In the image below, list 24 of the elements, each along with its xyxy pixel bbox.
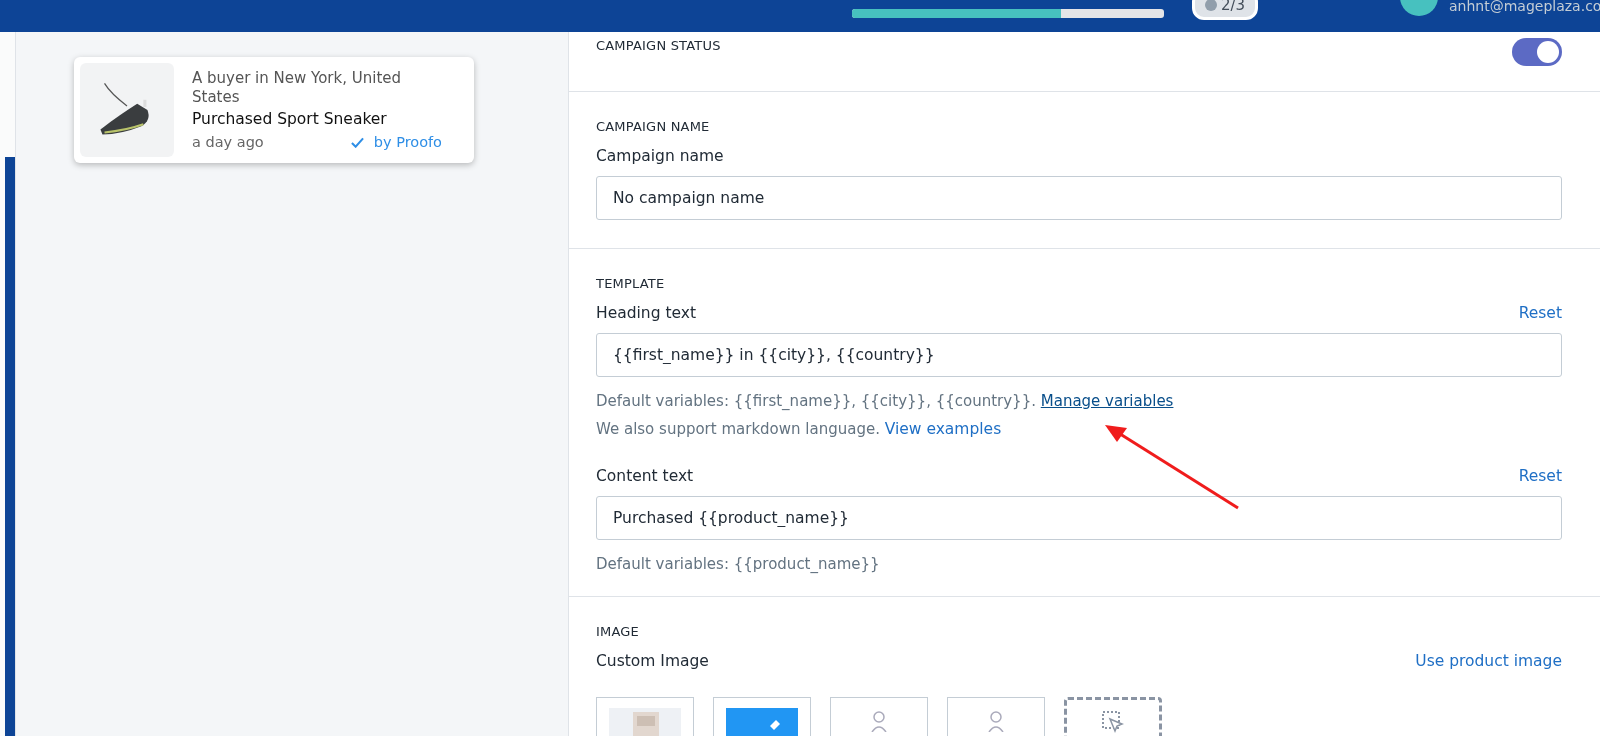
section-title: CAMPAIGN STATUS	[596, 38, 721, 53]
verified-label: by Proofo	[373, 134, 442, 150]
heading-text-field[interactable]: {{first_name}} in {{city}}, {{country}}	[596, 333, 1562, 377]
field-label: Custom Image	[596, 652, 709, 670]
section-title: IMAGE	[596, 624, 640, 639]
buyer-location: A buyer in New York, United States	[192, 69, 402, 107]
user-email[interactable]: anhnt@mageplaza.co	[1449, 0, 1600, 14]
reset-link[interactable]: Reset	[1518, 304, 1562, 333]
section-title: CAMPAIGN NAME	[596, 119, 711, 134]
time-ago: a day ago	[192, 134, 264, 150]
use-product-image-link[interactable]: Use product image	[1415, 652, 1562, 681]
section-title: TEMPLATE	[596, 276, 666, 291]
purchase-text: Purchased Sport Sneaker	[192, 110, 388, 128]
campaign-name-field[interactable]: No campaign name	[596, 176, 1562, 220]
field-label: Heading text	[596, 304, 697, 322]
field-label: Content text	[596, 467, 694, 485]
help-text: We also support markdown language. View examples	[596, 419, 1003, 440]
view-examples-link[interactable]: View examples	[884, 420, 1002, 438]
help-text: Default variables: {{product_name}}	[596, 554, 881, 575]
content-text-field[interactable]: Purchased {{product_name}}	[596, 496, 1562, 540]
reset-link[interactable]: Reset	[1518, 467, 1562, 496]
field-label: Campaign name	[596, 147, 725, 165]
manage-variables-link[interactable]: Manage variables	[1040, 392, 1174, 410]
help-text: Default variables: {{first_name}}, {{city}}, {{country}}. Manage variables	[596, 391, 1175, 412]
